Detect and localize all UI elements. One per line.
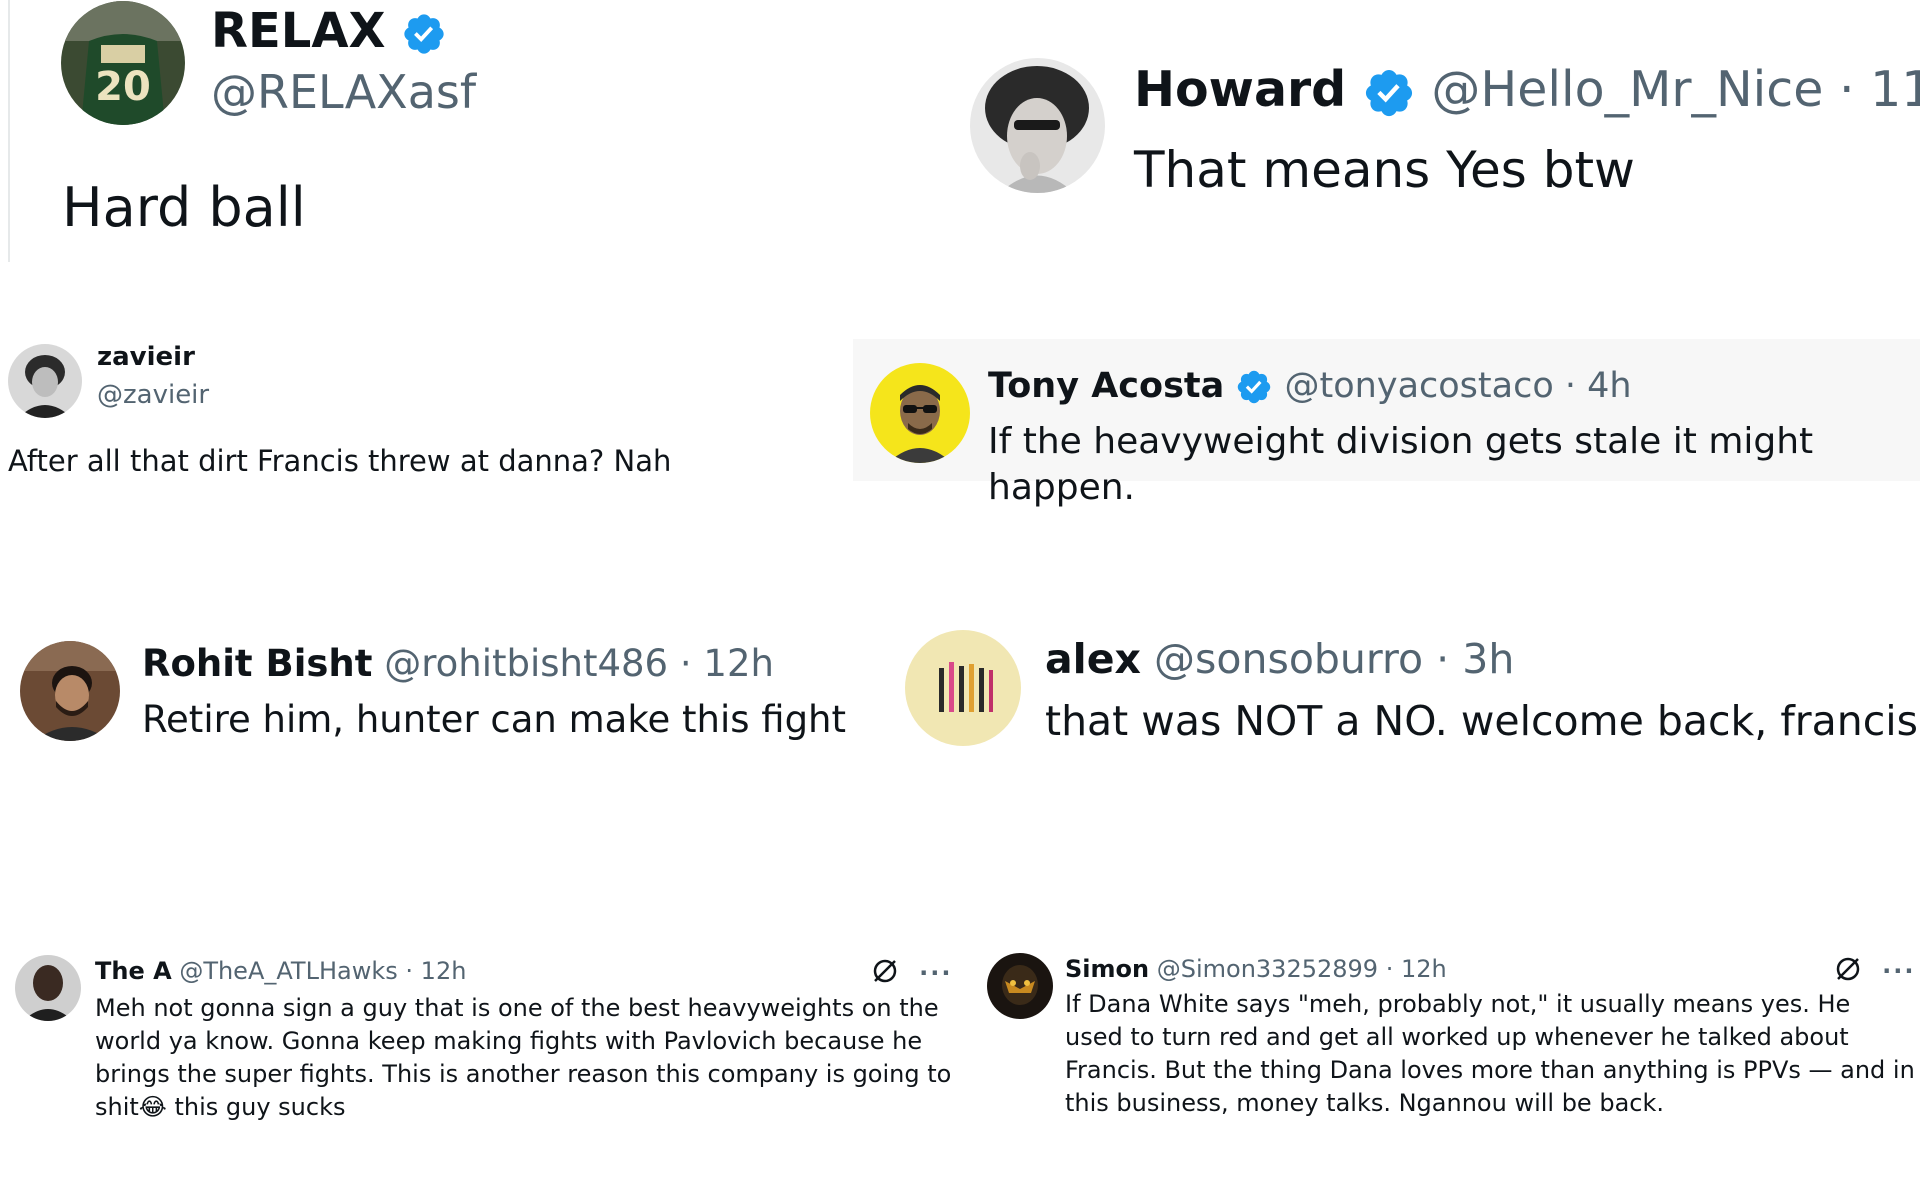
author-handle[interactable]: @Simon33252899: [1157, 955, 1378, 983]
separator-dot: ·: [1385, 955, 1394, 983]
author-name-row: Simon @Simon33252899 · 12h: [1065, 953, 1447, 985]
author-name[interactable]: alex: [1045, 635, 1141, 683]
thread-line: [8, 0, 10, 262]
author-handle[interactable]: @RELAXasf: [211, 64, 476, 120]
timestamp[interactable]: 12h: [1401, 955, 1447, 983]
tweet-card[interactable]: alex @sonsoburro · 3h that was NOT a NO.…: [900, 625, 1920, 755]
tweet-text: Meh not gonna sign a guy that is one of …: [95, 994, 952, 1121]
timestamp[interactable]: 12h: [421, 957, 467, 985]
avatar[interactable]: [870, 363, 970, 463]
separator-dot: ·: [405, 957, 414, 985]
verified-badge-icon: [404, 14, 444, 54]
author-name-row: alex @sonsoburro · 3h: [1045, 633, 1514, 685]
separator-dot: ·: [679, 642, 692, 685]
tweet-text: If the heavyweight division gets stale i…: [988, 421, 1814, 508]
tweet-card[interactable]: Tony Acosta @tonyacostaco · 4h If the he…: [853, 339, 1920, 508]
portrait-avatar-icon: [970, 58, 1105, 193]
avatar[interactable]: [970, 58, 1105, 193]
author-name[interactable]: zavieir: [97, 342, 195, 372]
tweet-tools: ···: [870, 956, 952, 990]
portrait-avatar-icon: [20, 641, 120, 741]
tweet-text: Retire him, hunter can make this fight: [142, 698, 847, 741]
author-handle[interactable]: @tonyacostaco: [1285, 366, 1554, 406]
tweet-card[interactable]: Howard @Hello_Mr_Nice · 11h That means Y…: [950, 50, 1920, 210]
tweet-tools: ···: [1833, 954, 1915, 988]
author-handle[interactable]: @sonsoburro: [1154, 635, 1423, 683]
author-name-row: Rohit Bisht @rohitbisht486 · 12h: [142, 641, 774, 687]
portrait-avatar-icon: [8, 344, 82, 418]
timestamp[interactable]: 11h: [1870, 61, 1920, 118]
separator-dot: ·: [1564, 366, 1577, 406]
tweet-text: that was NOT a NO. welcome back, francis: [1045, 697, 1919, 745]
tweet-card[interactable]: The A @TheA_ATLHawks · 12h ··· Meh not g…: [0, 950, 960, 1130]
verified-badge-icon: [1238, 370, 1271, 404]
author-handle[interactable]: @Hello_Mr_Nice: [1431, 61, 1823, 118]
tweet-text: If Dana White says "meh, probably not," …: [1065, 990, 1915, 1117]
author-handle[interactable]: @rohitbisht486: [384, 642, 668, 685]
avatar[interactable]: [905, 630, 1021, 746]
separator-dot: ·: [1838, 61, 1855, 118]
author-name[interactable]: The A: [95, 957, 172, 985]
more-options-icon[interactable]: ···: [1882, 957, 1915, 985]
tweet-card[interactable]: Rohit Bisht @rohitbisht486 · 12h Retire …: [0, 635, 880, 755]
author-name-row: Howard @Hello_Mr_Nice · 11h: [1134, 60, 1920, 120]
author-handle[interactable]: @zavieir: [97, 378, 209, 412]
author-name-row: zavieir: [97, 340, 195, 374]
timestamp[interactable]: 3h: [1462, 635, 1514, 683]
avatar[interactable]: [987, 953, 1053, 1019]
separator-dot: ·: [1436, 635, 1450, 683]
author-handle[interactable]: @TheA_ATLHawks: [179, 957, 397, 985]
verified-badge-icon: [1365, 69, 1412, 116]
avatar[interactable]: 20: [61, 1, 185, 125]
author-name[interactable]: Howard: [1134, 61, 1346, 118]
avatar[interactable]: [8, 344, 82, 418]
author-name[interactable]: Rohit Bisht: [142, 642, 372, 685]
author-name[interactable]: RELAX: [211, 3, 386, 59]
paint-tubes-avatar-icon: [905, 630, 1021, 746]
tweet-text: That means Yes btw: [1134, 141, 1635, 199]
sunglasses-avatar-icon: [870, 363, 970, 463]
author-name-row: Tony Acosta @tonyacostaco · 4h: [988, 363, 1632, 409]
timestamp[interactable]: 4h: [1587, 366, 1631, 406]
author-name[interactable]: Simon: [1065, 955, 1149, 983]
football-jersey-avatar-icon: 20: [61, 1, 185, 125]
avatar[interactable]: [20, 641, 120, 741]
svg-text:20: 20: [95, 64, 151, 110]
tweet-text: After all that dirt Francis threw at dan…: [8, 444, 672, 478]
author-name[interactable]: Tony Acosta: [988, 366, 1224, 406]
portrait-avatar-icon: [15, 955, 81, 1021]
masked-warrior-avatar-icon: [987, 953, 1053, 1019]
avatar[interactable]: [15, 955, 81, 1021]
author-name-row: RELAX: [211, 2, 447, 60]
grok-icon[interactable]: [870, 956, 900, 990]
tweet-card[interactable]: zavieir @zavieir After all that dirt Fra…: [0, 330, 840, 490]
tweet-text: Hard ball: [62, 176, 306, 239]
timestamp[interactable]: 12h: [703, 642, 774, 685]
author-name-row: The A @TheA_ATLHawks · 12h: [95, 955, 466, 987]
more-options-icon[interactable]: ···: [919, 959, 952, 987]
tweet-card[interactable]: Simon @Simon33252899 · 12h ··· If Dana W…: [975, 950, 1920, 1130]
grok-icon[interactable]: [1833, 954, 1863, 988]
tweet-card[interactable]: 20 RELAX @RELAXasf Hard ball: [0, 0, 900, 265]
